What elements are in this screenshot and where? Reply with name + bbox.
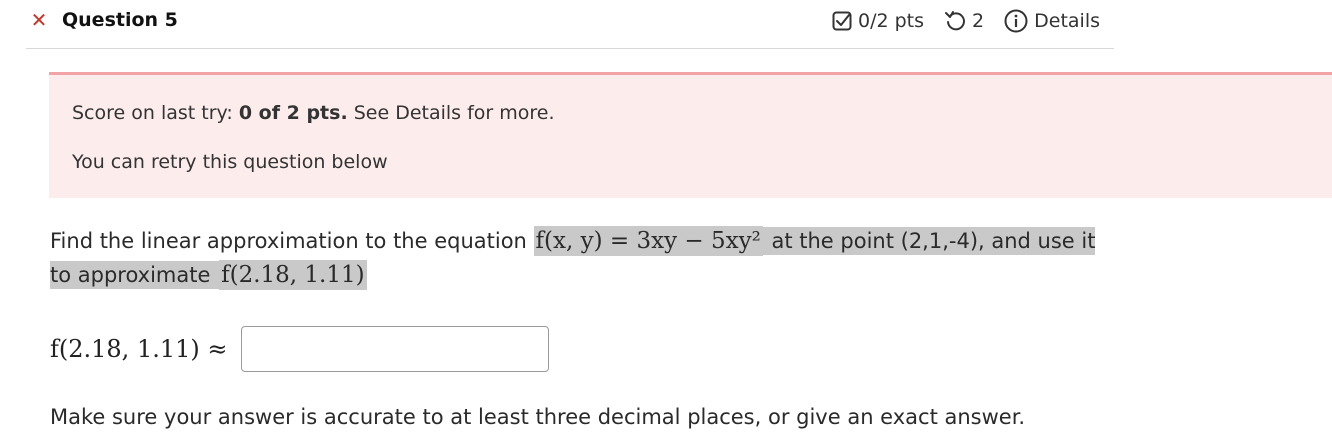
retry-message: You can retry this question below [72,151,388,173]
retries-count: 2 [972,10,985,32]
retry-icon [944,10,966,32]
question-meta: 0/2 pts 2 Details [832,9,1100,33]
question-panel: ✕ Question 5 0/2 pts 2 Details Score on … [0,0,1332,442]
score-message: Score on last try: 0 of 2 pts. See Detai… [72,102,555,124]
question-part1: Find the linear approximation to the equ… [50,229,534,253]
score-value: 0 of 2 pts. [238,102,348,124]
answer-row: f(2.18, 1.11) ≈ [50,326,550,372]
question-text: Find the linear approximation to the equ… [50,224,1110,292]
answer-label: f(2.18, 1.11) ≈ [50,335,228,363]
score-text: 0/2 pts [858,10,925,32]
answer-input[interactable] [241,326,550,372]
question-header: ✕ Question 5 0/2 pts 2 Details [26,0,1114,49]
question-title: Question 5 [62,9,178,31]
checkbox-icon [832,11,852,31]
score-prefix: Score on last try: [72,102,239,124]
details-link[interactable]: Details [1034,10,1100,32]
close-icon[interactable]: ✕ [29,10,49,30]
score-suffix: See Details for more. [347,102,555,124]
target-expression: f(2.18, 1.11) [219,260,367,290]
function-expression: f(x, y) = 3xy − 5xy² [533,226,763,256]
score-banner: Score on last try: 0 of 2 pts. See Detai… [49,72,1332,198]
accuracy-note: Make sure your answer is accurate to at … [50,405,1026,429]
info-icon[interactable] [1004,9,1028,33]
